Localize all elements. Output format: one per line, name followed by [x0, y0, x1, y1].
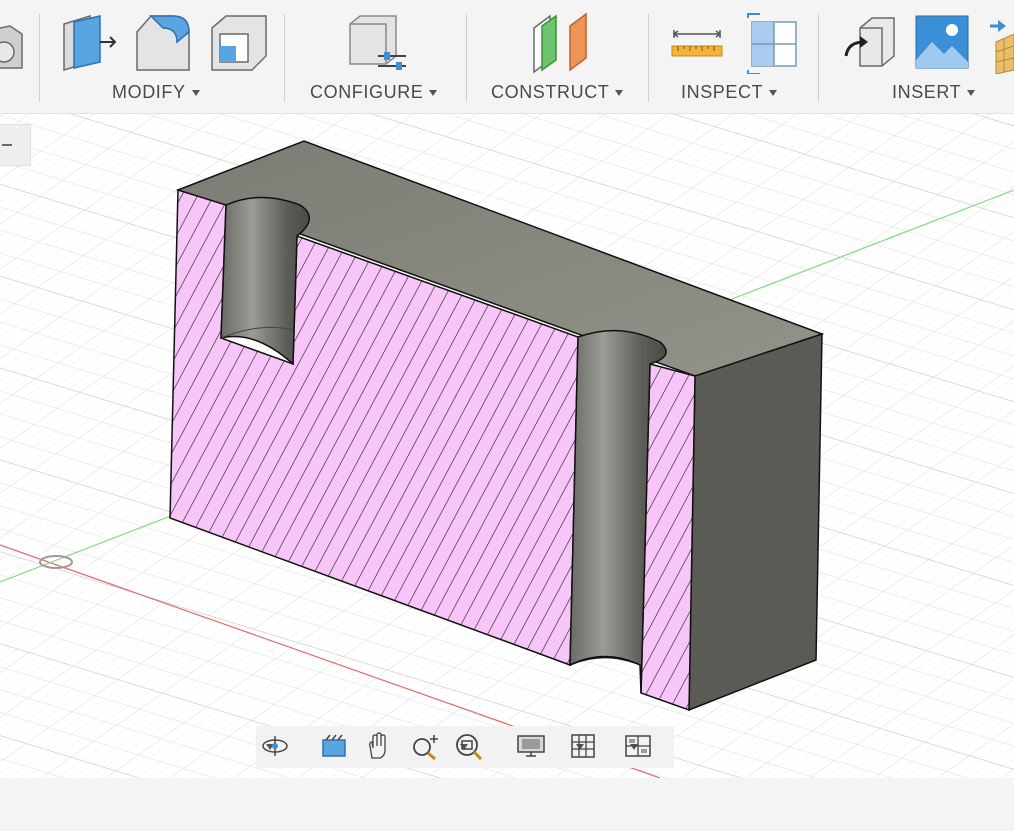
fillet-icon[interactable] [133, 12, 193, 74]
chevron-down-icon [967, 89, 976, 96]
press-pull-icon[interactable] [60, 12, 120, 74]
chevron-down-icon [429, 89, 438, 96]
insert-derive-icon[interactable] [842, 12, 898, 74]
construct-menu-label: CONSTRUCT [491, 82, 610, 102]
pan-icon [369, 732, 386, 759]
orbit-icon [262, 736, 288, 756]
canvas-viewport[interactable] [0, 114, 1014, 778]
configure-parameters-icon[interactable] [346, 12, 408, 74]
grid-settings-button[interactable] [570, 732, 595, 762]
minus-icon [2, 144, 12, 146]
viewports-button[interactable] [624, 732, 651, 762]
shell-icon[interactable] [208, 12, 270, 74]
offset-plane-icon[interactable] [530, 12, 590, 74]
zoom-icon [413, 735, 438, 760]
chevron-down-icon [769, 89, 778, 96]
inspect-menu[interactable]: INSPECT [681, 82, 778, 103]
display-settings-button[interactable] [516, 732, 545, 762]
partial-cut-icon[interactable] [0, 12, 24, 74]
configure-menu-label: CONFIGURE [310, 82, 424, 102]
navigation-bar [256, 726, 674, 768]
toolbar-separator [39, 14, 40, 102]
look-at-icon [322, 734, 346, 757]
body-side-face [688, 332, 823, 712]
toolbar-separator [284, 14, 285, 102]
fit-icon [456, 734, 483, 760]
display-settings-icon [517, 735, 545, 757]
model-canvas[interactable] [0, 114, 1014, 778]
browser-collapse-button[interactable] [0, 124, 31, 166]
toolbar: MODIFY CONFIGURE CONSTRUCT INSPECT INSER… [0, 0, 1014, 114]
toolbar-separator [818, 14, 819, 102]
insert-menu[interactable]: INSERT [892, 82, 976, 103]
toolbar-separator [466, 14, 467, 102]
insert-menu-label: INSERT [892, 82, 962, 102]
chevron-down-icon [615, 89, 624, 96]
grid-settings-icon [571, 734, 595, 758]
fit-button[interactable] [454, 732, 483, 762]
insert-mesh-icon[interactable] [988, 12, 1014, 74]
modify-menu[interactable]: MODIFY [112, 82, 200, 103]
inspect-menu-label: INSPECT [681, 82, 764, 102]
section-analysis-icon[interactable] [746, 12, 800, 74]
viewports-icon [625, 735, 651, 757]
chevron-down-icon [191, 89, 200, 96]
orbit-button[interactable] [260, 732, 288, 762]
toolbar-separator [648, 14, 649, 102]
bottom-panel [0, 778, 1014, 831]
measure-icon[interactable] [670, 12, 724, 74]
modify-menu-label: MODIFY [112, 82, 186, 102]
construct-menu[interactable]: CONSTRUCT [491, 82, 624, 103]
configure-menu[interactable]: CONFIGURE [310, 82, 438, 103]
insert-canvas-icon[interactable] [914, 12, 970, 74]
